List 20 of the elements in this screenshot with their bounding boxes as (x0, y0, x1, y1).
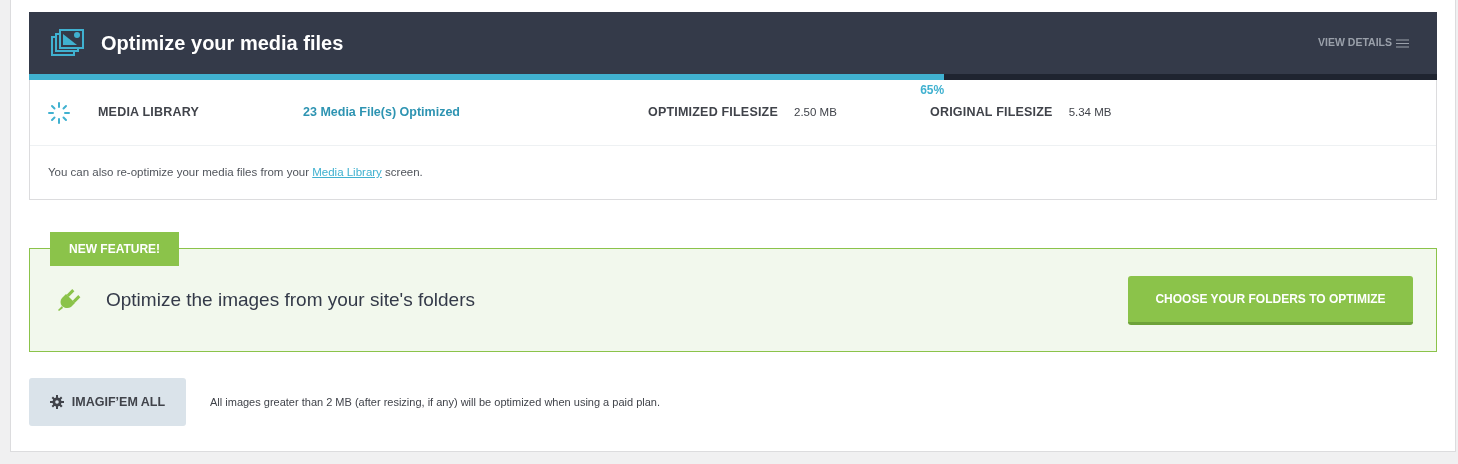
loading-spinner-icon (48, 101, 70, 124)
imagify-all-button[interactable]: IMAGIF’EM ALL (29, 378, 186, 427)
section-title: Optimize your media files (101, 31, 344, 56)
lines-icon (1396, 38, 1409, 48)
optimized-filesize-value: 2.50 MB (794, 104, 838, 120)
media-images-icon (51, 29, 85, 57)
reoptimize-note: You can also re-optimize your media files from your Media Library screen. (48, 166, 423, 178)
optimized-filesize-label: OPTIMIZED FILESIZE (648, 104, 778, 122)
media-library-label: MEDIA LIBRARY (98, 104, 200, 122)
plug-icon (56, 287, 82, 314)
bulk-note: All images greater than 2 MB (after resizing, if any) will be optimized when using a paid plan. (210, 395, 660, 410)
gear-icon (49, 395, 64, 410)
media-library-link[interactable]: Media Library (312, 166, 382, 178)
original-filesize-label: ORIGINAL FILESIZE (930, 104, 1053, 122)
progress-percent: 65% (920, 83, 945, 97)
feature-title: Optimize the images from your site's folders (106, 288, 475, 312)
view-details-link[interactable]: VIEW DETAILS (1318, 35, 1409, 51)
optimized-count: 23 Media File(s) Optimized (303, 104, 461, 122)
new-feature-badge: NEW FEATURE! (50, 232, 180, 267)
original-filesize-value: 5.34 MB (1068, 104, 1112, 120)
